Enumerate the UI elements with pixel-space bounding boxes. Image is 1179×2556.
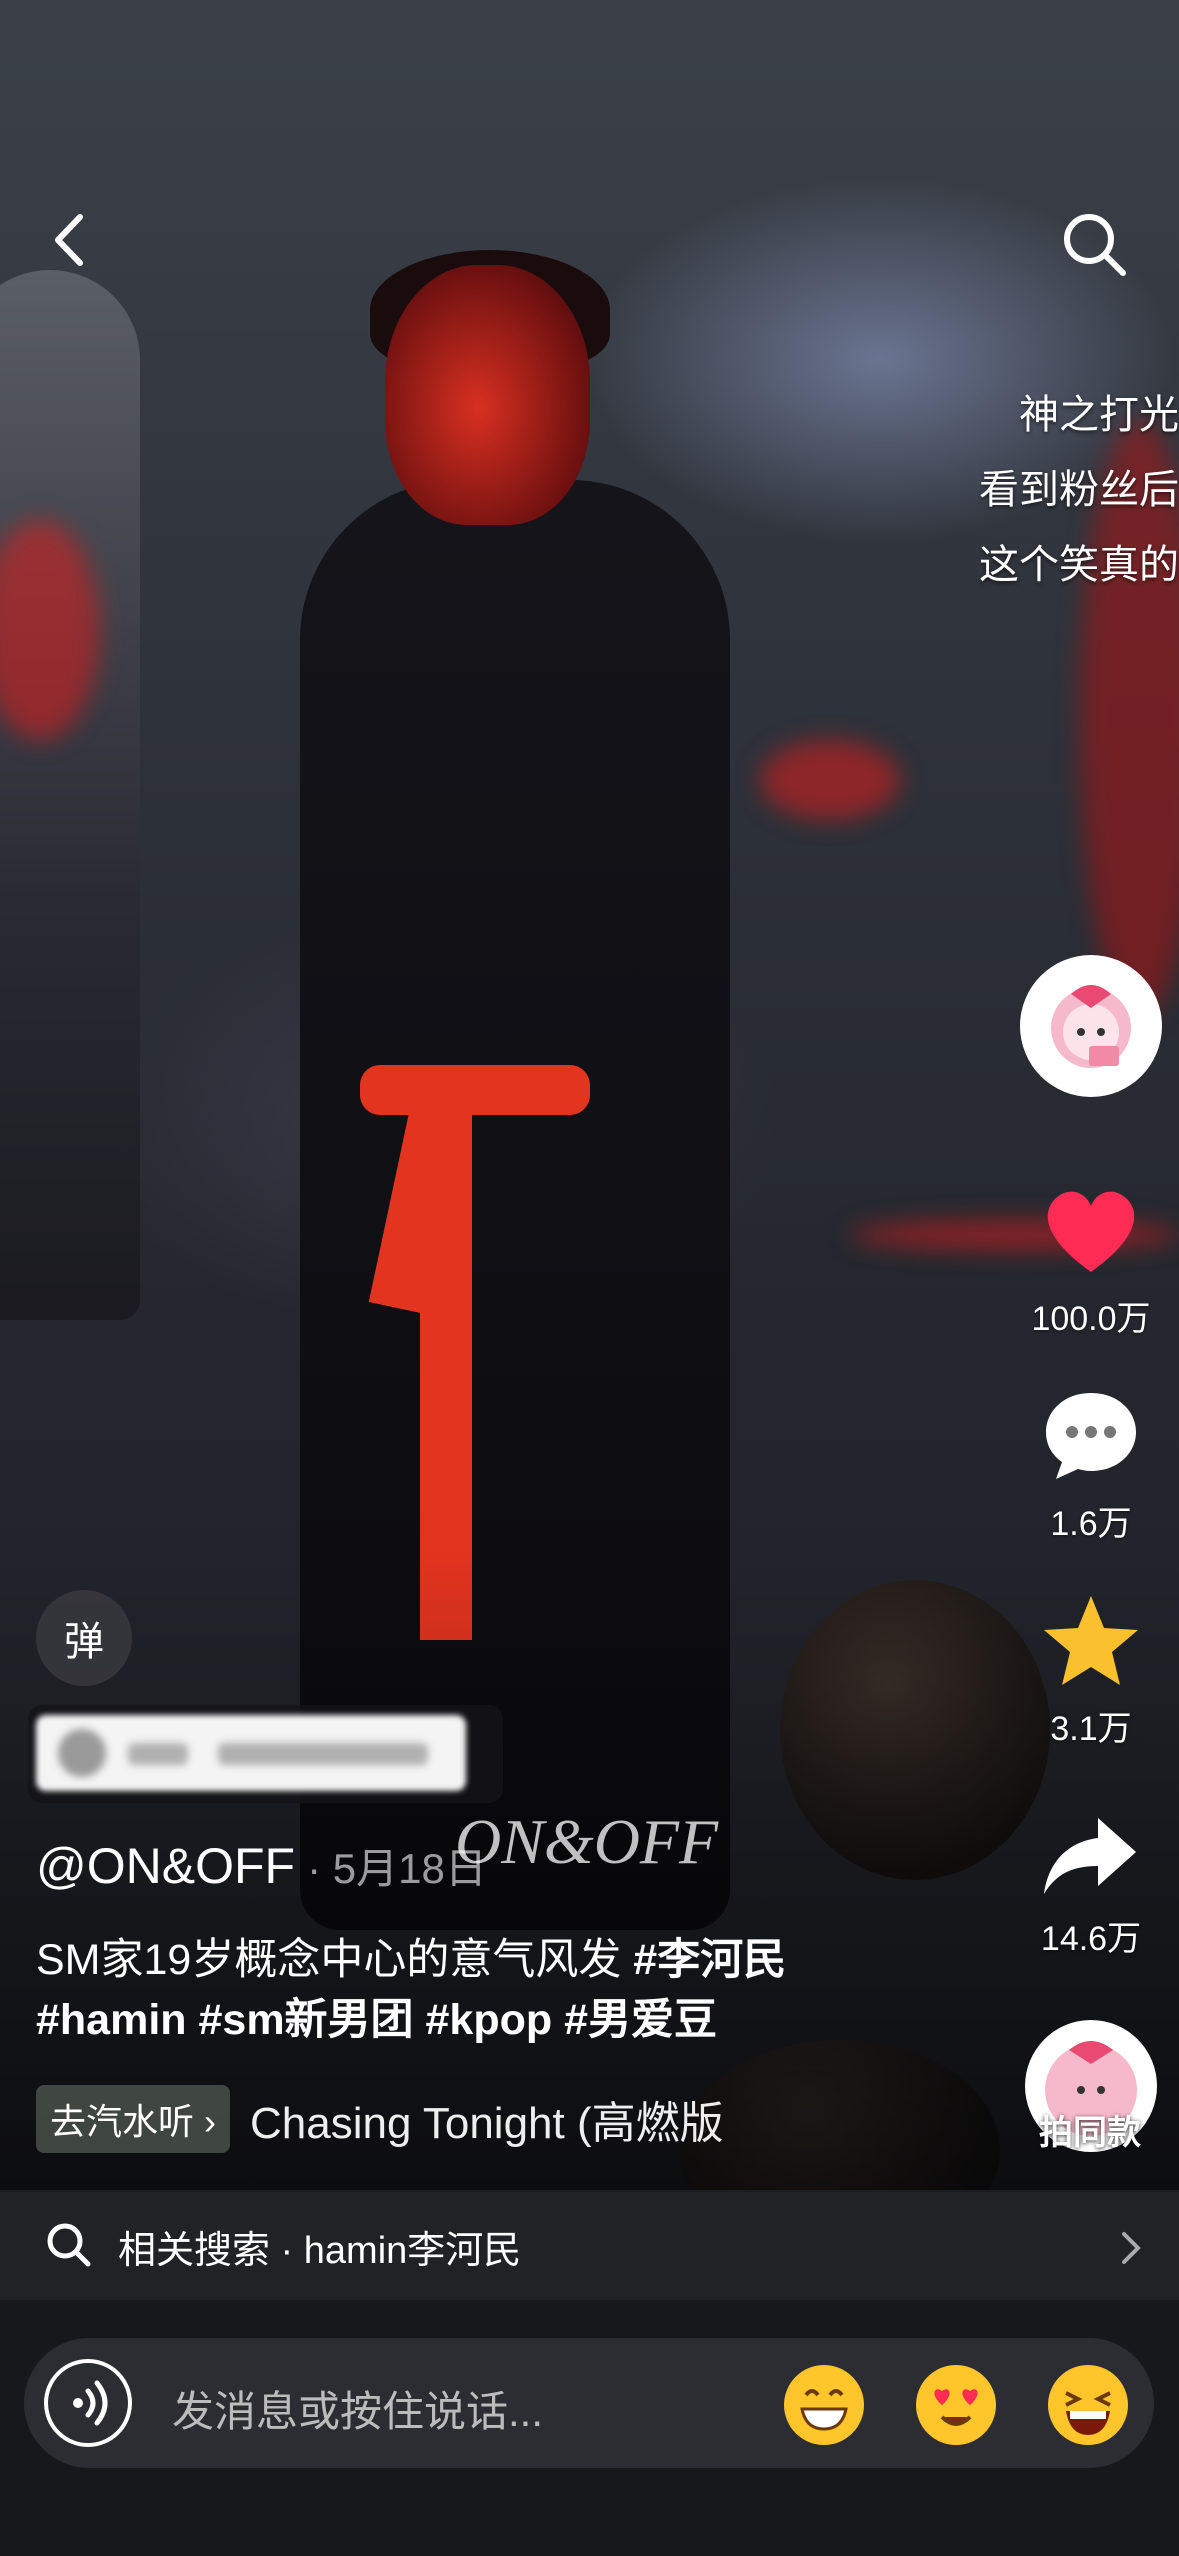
post-date: · 5月18日	[307, 1845, 487, 1892]
red-sash	[360, 1065, 590, 1115]
share-button[interactable]: 14.6万	[1016, 1810, 1166, 1960]
related-search-label: 相关搜索 · hamin李河民	[118, 2229, 522, 2272]
avatar-character-icon	[1051, 985, 1131, 1068]
message-input[interactable]: 发消息或按住说话...	[172, 2378, 543, 2439]
post-caption[interactable]: SM家19岁概念中心的意气风发 #李河民 #hamin #sm新男团 #kpop…	[36, 1930, 856, 2050]
hashtag-line[interactable]: #hamin #sm新男团 #kpop #男爱豆	[36, 1996, 717, 2044]
blurred-text	[128, 1743, 188, 1765]
voice-icon	[73, 2380, 108, 2426]
video-watermark: ON&OFF	[455, 1806, 719, 1877]
listen-in-qishui-button[interactable]: 去汽水听 ›	[36, 2085, 230, 2153]
anchor-link[interactable]	[28, 1705, 503, 1803]
message-input-bar[interactable]: 发消息或按住说话...	[24, 2338, 1154, 2468]
like-count: 100.0万	[1031, 1300, 1151, 1338]
laughing-emoji-icon	[1050, 2367, 1126, 2443]
background-performer	[0, 270, 140, 1320]
comment-icon	[1046, 1393, 1136, 1479]
search-icon	[47, 2223, 91, 2267]
back-icon	[55, 214, 83, 266]
comment-count: 1.6万	[1050, 1505, 1132, 1543]
laughing-emoji-button[interactable]	[1048, 2365, 1128, 2445]
overlay-line: 神之打光	[1019, 393, 1179, 437]
heart-icon	[1047, 1191, 1135, 1272]
overlay-line: 看到粉丝后	[979, 468, 1179, 512]
blurred-icon	[58, 1729, 106, 1777]
search-icon	[1064, 214, 1126, 276]
danmaku-toggle[interactable]: 弹	[36, 1590, 132, 1686]
music-row[interactable]: 去汽水听 › Chasing Tonight (高燃版	[36, 2085, 730, 2153]
performer-head	[385, 265, 590, 525]
back-button[interactable]	[40, 205, 100, 275]
author-avatar[interactable]	[1020, 955, 1162, 1097]
related-search-bar[interactable]: 相关搜索 · hamin李河民	[0, 2192, 1179, 2300]
stage-red-light	[760, 740, 900, 820]
author-row[interactable]: @ON&OFF · 5月18日	[36, 1835, 487, 1896]
author-name[interactable]: @ON&OFF	[36, 1838, 295, 1894]
grin-emoji-button[interactable]	[784, 2365, 864, 2445]
hashtag[interactable]: #李河民	[633, 1936, 786, 1984]
video-stage[interactable]: 神之打光 看到粉丝后 这个笑真的 100.0万 1.6万 3.1万 14.6万 …	[0, 0, 1179, 2190]
chevron-right-icon	[1122, 2232, 1141, 2264]
like-button[interactable]: 100.0万	[1016, 1180, 1166, 1340]
music-title[interactable]: Chasing Tonight (高燃版	[250, 2087, 730, 2151]
star-icon	[1044, 1596, 1138, 1685]
search-button[interactable]	[1055, 205, 1135, 285]
overlay-line: 这个笑真的	[979, 543, 1179, 587]
danmaku-label: 弹	[64, 1620, 104, 1664]
video-overlay-text: 神之打光 看到粉丝后 这个笑真的	[979, 378, 1179, 603]
heart-eyes-emoji-button[interactable]	[916, 2365, 996, 2445]
share-icon	[1044, 1818, 1136, 1894]
voice-button[interactable]	[44, 2359, 132, 2447]
shoot-same-label[interactable]: 拍同款	[1000, 2105, 1179, 2154]
heart-eyes-emoji-icon	[918, 2367, 994, 2443]
caption-text: SM家19岁概念中心的意气风发	[36, 1936, 622, 1984]
grin-emoji-icon	[786, 2367, 862, 2443]
blurred-text	[218, 1743, 428, 1765]
comment-button[interactable]: 1.6万	[1016, 1385, 1166, 1545]
favorite-button[interactable]: 3.1万	[1016, 1590, 1166, 1750]
share-count: 14.6万	[1040, 1920, 1142, 1958]
favorite-count: 3.1万	[1050, 1710, 1132, 1748]
